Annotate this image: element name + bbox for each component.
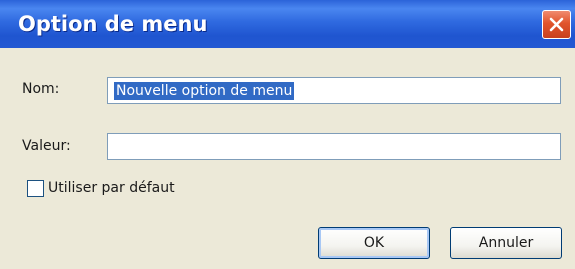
ok-button[interactable]: OK: [318, 227, 430, 259]
close-button[interactable]: [542, 10, 571, 39]
dialog-title: Option de menu: [18, 12, 208, 36]
value-field-value: [114, 138, 118, 156]
cancel-button[interactable]: Annuler: [450, 227, 562, 259]
value-label: Valeur:: [22, 138, 71, 154]
name-label: Nom:: [22, 81, 60, 97]
value-field[interactable]: [107, 133, 561, 160]
title-bar[interactable]: Option de menu: [0, 0, 575, 48]
default-checkbox-label[interactable]: Utiliser par défaut: [48, 180, 175, 197]
option-dialog: Option de menu Nom: Nouvelle option de m…: [0, 0, 575, 269]
name-field[interactable]: Nouvelle option de menu: [107, 77, 561, 104]
close-icon: [549, 17, 564, 32]
default-checkbox[interactable]: [27, 180, 44, 197]
name-field-value: Nouvelle option de menu: [114, 82, 295, 100]
